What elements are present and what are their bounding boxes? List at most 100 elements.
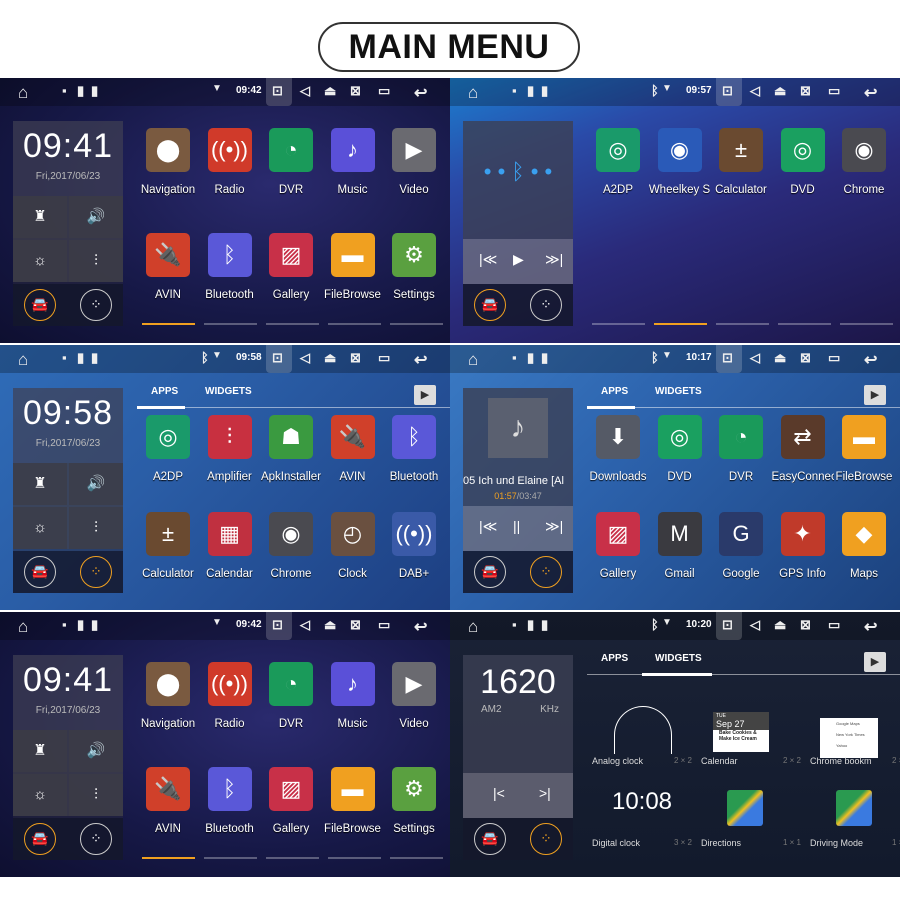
tab-apps[interactable]: APPS	[151, 386, 178, 397]
page-indicator[interactable]	[204, 857, 257, 859]
apps-button[interactable]: ⁘	[80, 556, 112, 588]
volume-control-icon[interactable]: 🔊	[69, 730, 123, 772]
home-icon[interactable]: ⌂	[468, 350, 478, 370]
play-store-icon[interactable]: ▶	[864, 385, 886, 405]
previous-icon[interactable]: |≪	[479, 251, 497, 268]
eject-icon[interactable]: ⏏	[774, 83, 786, 99]
play-pause-icon[interactable]: ▶	[513, 251, 524, 268]
eject-icon[interactable]: ⏏	[774, 617, 786, 633]
app-music[interactable]: ♪ Music	[322, 128, 384, 196]
widget-directions[interactable]: Directions 1 × 1	[701, 776, 801, 851]
volume-control-icon[interactable]: 🔊	[69, 196, 123, 238]
app-gallery[interactable]: ▨ Gallery	[260, 233, 322, 301]
app-navigation[interactable]: ⬤ Navigation	[137, 662, 199, 730]
app-wheelkey-s[interactable]: ◉ Wheelkey S	[649, 128, 711, 196]
page-indicator[interactable]	[716, 323, 769, 325]
play-store-icon[interactable]: ▶	[414, 385, 436, 405]
app-dab-[interactable]: ((•)) DAB+	[383, 512, 445, 580]
app-calculator[interactable]: ± Calculator	[710, 128, 772, 196]
app-a2dp[interactable]: ◎ A2DP	[137, 415, 199, 483]
app-avin[interactable]: 🔌 AVIN	[137, 767, 199, 835]
app-radio[interactable]: ((•)) Radio	[199, 128, 261, 196]
widget-digital-clock[interactable]: 10:08 Digital clock 3 × 2	[592, 776, 692, 851]
tab-apps[interactable]: APPS	[601, 653, 628, 664]
app-filebrowse[interactable]: ▬ FileBrowse	[322, 233, 384, 301]
clock-widget[interactable]: 09:58 Fri,2017/06/23	[13, 388, 123, 463]
clock-widget[interactable]: 09:41 Fri,2017/06/23	[13, 655, 123, 730]
page-indicator[interactable]	[328, 323, 381, 325]
app-dvd[interactable]: ◎ DVD	[649, 415, 711, 483]
app-calendar[interactable]: ▦ Calendar	[199, 512, 261, 580]
page-indicator[interactable]	[266, 857, 319, 859]
app-settings[interactable]: ⚙ Settings	[383, 767, 445, 835]
apps-button[interactable]: ⁘	[530, 289, 562, 321]
screen-off-icon[interactable]: ⊠	[800, 83, 811, 99]
recent-apps-icon[interactable]: ▭	[828, 617, 840, 633]
app-gallery[interactable]: ▨ Gallery	[260, 767, 322, 835]
app-dvr[interactable]: ◔ DVR	[260, 662, 322, 730]
app-downloads[interactable]: ⬇ Downloads	[587, 415, 649, 483]
app-filebrowse[interactable]: ▬ FileBrowse	[833, 415, 895, 483]
back-icon[interactable]: ↩	[864, 350, 877, 370]
recent-apps-icon[interactable]: ▭	[378, 83, 390, 99]
app-radio[interactable]: ((•)) Radio	[199, 662, 261, 730]
equalizer-icon[interactable]: ⫶	[69, 774, 123, 816]
app-video[interactable]: ▶ Video	[383, 128, 445, 196]
back-icon[interactable]: ↩	[864, 617, 877, 637]
tab-widgets[interactable]: WIDGETS	[655, 386, 702, 397]
app-dvr[interactable]: ◔ DVR	[710, 415, 772, 483]
app-chrome[interactable]: ◉ Chrome	[260, 512, 322, 580]
back-icon[interactable]: ↩	[414, 83, 427, 103]
app-music[interactable]: ♪ Music	[322, 662, 384, 730]
app-google[interactable]: G Google	[710, 512, 772, 580]
recent-apps-icon[interactable]: ▭	[828, 83, 840, 99]
tab-widgets[interactable]: WIDGETS	[205, 386, 252, 397]
page-indicator[interactable]	[266, 323, 319, 325]
app-calculator[interactable]: ± Calculator	[137, 512, 199, 580]
home-icon[interactable]: ⌂	[18, 83, 28, 103]
screen-off-icon[interactable]: ⊠	[800, 350, 811, 366]
tab-widgets[interactable]: WIDGETS	[655, 653, 702, 664]
apps-button[interactable]: ⁘	[80, 289, 112, 321]
app-gps-info[interactable]: ✦ GPS Info	[772, 512, 834, 580]
app-settings[interactable]: ⚙ Settings	[383, 233, 445, 301]
widget-driving-mode[interactable]: Driving Mode 1 × 1	[810, 776, 900, 851]
screen-off-icon[interactable]: ⊠	[350, 83, 361, 99]
app-maps[interactable]: ◆ Maps	[833, 512, 895, 580]
recent-apps-icon[interactable]: ▭	[828, 350, 840, 366]
next-icon[interactable]: ≫|	[545, 251, 563, 268]
screen-off-icon[interactable]: ⊠	[350, 350, 361, 366]
brightness-icon[interactable]: ☼	[13, 774, 67, 816]
tab-apps[interactable]: APPS	[601, 386, 628, 397]
app-easyconnect[interactable]: ⇄ EasyConnect	[772, 415, 834, 483]
apps-button[interactable]: ⁘	[530, 556, 562, 588]
widget-calendar[interactable]: TUE Sep 27 Bake Cookies & Make Ice Cream Cal…	[701, 694, 801, 769]
page-indicator[interactable]	[390, 323, 443, 325]
play-store-icon[interactable]: ▶	[864, 652, 886, 672]
app-filebrowse[interactable]: ▬ FileBrowse	[322, 767, 384, 835]
brightness-icon[interactable]: ☼	[13, 507, 67, 549]
recent-apps-icon[interactable]: ▭	[378, 617, 390, 633]
widget-chrome-bookm[interactable]: Google Maps New York Times Yahoo Chrome boo…	[810, 694, 900, 769]
recent-apps-icon[interactable]: ▭	[378, 350, 390, 366]
equalizer-icon[interactable]: ⫶	[69, 507, 123, 549]
seek-back-icon[interactable]: |<	[493, 785, 505, 801]
car-button[interactable]: 🚘	[474, 823, 506, 855]
page-indicator[interactable]	[390, 857, 443, 859]
app-a2dp[interactable]: ◎ A2DP	[587, 128, 649, 196]
app-bluetooth[interactable]: ᛒ Bluetooth	[383, 415, 445, 483]
screen-off-icon[interactable]: ⊠	[350, 617, 361, 633]
app-video[interactable]: ▶ Video	[383, 662, 445, 730]
home-icon[interactable]: ⌂	[18, 617, 28, 637]
music-player-widget[interactable]: ♪ 05 Ich und Elaine [Al 01:57/03:47	[463, 388, 573, 506]
app-amplifier[interactable]: ⫶ Amplifier	[199, 415, 261, 483]
navigation-rocket-icon[interactable]: ♜	[13, 463, 67, 505]
app-gmail[interactable]: M Gmail	[649, 512, 711, 580]
eject-icon[interactable]: ⏏	[324, 83, 336, 99]
page-indicator[interactable]	[328, 857, 381, 859]
app-apkinstaller[interactable]: ☗ ApkInstaller	[260, 415, 322, 483]
volume-icon[interactable]: ◁	[750, 83, 760, 99]
car-button[interactable]: 🚘	[24, 556, 56, 588]
car-button[interactable]: 🚘	[474, 289, 506, 321]
page-indicator[interactable]	[778, 323, 831, 325]
